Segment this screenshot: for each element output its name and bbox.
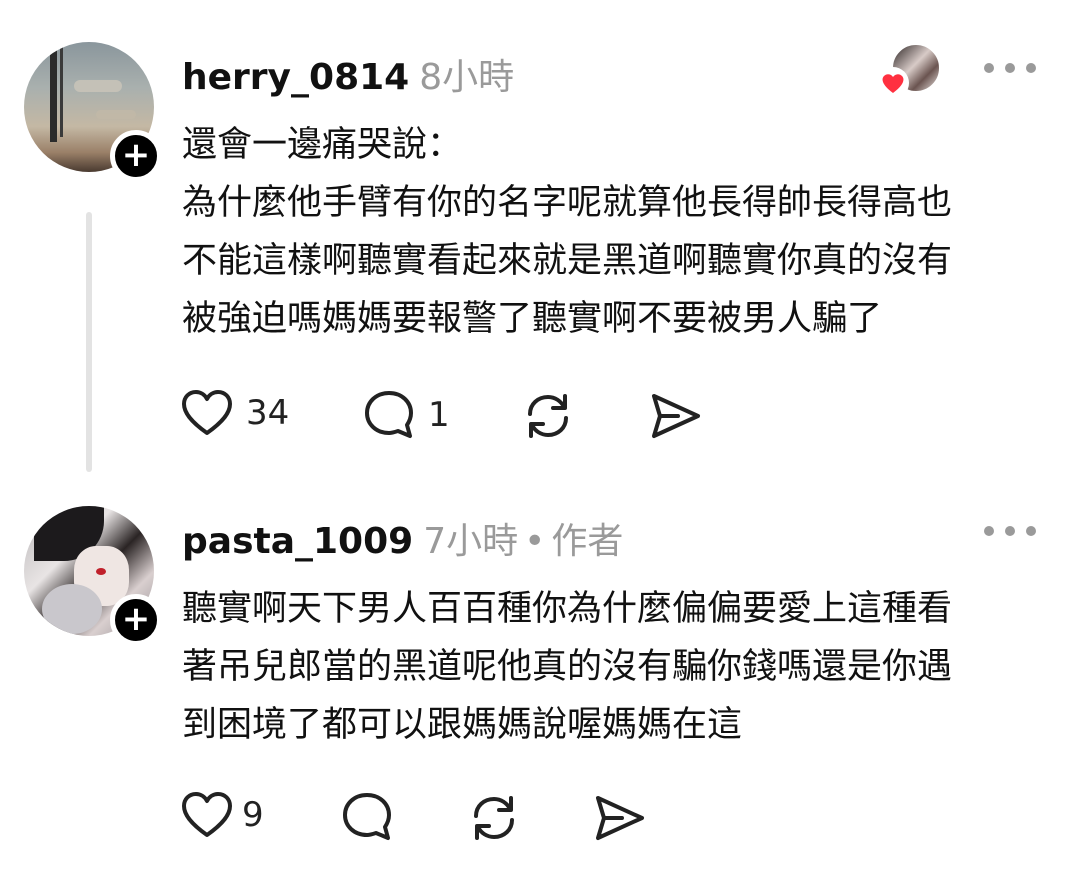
heart-badge-icon [877, 67, 909, 99]
timestamp: 8小時 [419, 57, 515, 98]
like-count: 9 [242, 795, 264, 835]
comment-line: 到困境了都可以跟媽媽說喔媽媽在這 [182, 705, 743, 745]
follow-plus-icon[interactable]: + [110, 594, 162, 646]
meta-separator: • [524, 521, 546, 562]
repost-icon [528, 394, 568, 438]
comment-header: herry_0814 8小時 [182, 48, 514, 100]
username[interactable]: herry_0814 [182, 57, 409, 98]
reply-button[interactable]: 1 [362, 388, 450, 442]
send-icon [652, 394, 700, 438]
repost-button[interactable] [520, 388, 576, 444]
like-count: 34 [246, 393, 290, 433]
username[interactable]: pasta_1009 [182, 521, 413, 562]
comment-header: pasta_1009 7小時 • 作者 [182, 512, 623, 564]
share-button[interactable] [592, 790, 648, 846]
author-badge: 作者 [551, 521, 624, 562]
more-icon[interactable] [984, 521, 1036, 541]
comment-icon [343, 793, 391, 840]
heart-icon [182, 792, 232, 837]
reply-button[interactable] [340, 790, 394, 844]
thread-connector-line [86, 212, 92, 472]
heart-icon [182, 390, 232, 435]
follow-plus-icon[interactable]: + [110, 130, 162, 182]
comment-line: 被強迫嗎媽媽要報警了聽實啊不要被男人騙了 [182, 299, 883, 339]
comment-line: 著吊兒郎當的黑道呢他真的沒有騙你錢嗎還是你遇 [182, 647, 953, 687]
comment-text: 還會一邊痛哭說： 為什麼他手臂有你的名字呢就算他長得帥長得高也 不能這樣啊聽實看… [182, 116, 1042, 348]
repost-button[interactable] [466, 790, 522, 846]
send-icon [596, 796, 644, 840]
comment-line: 聽實啊天下男人百百種你為什麼偏偏要愛上這種看 [182, 589, 953, 629]
comment-line: 不能這樣啊聽實看起來就是黑道啊聽實你真的沒有 [182, 241, 953, 281]
like-button[interactable]: 9 [180, 790, 264, 840]
more-icon[interactable] [984, 58, 1036, 78]
like-button[interactable]: 34 [180, 388, 289, 438]
thread-view: + herry_0814 8小時 還會一邊痛哭說： 為什麼他手臂有你的名字呢就算他… [0, 0, 1080, 874]
share-button[interactable] [648, 388, 704, 444]
timestamp: 7小時 [423, 521, 519, 562]
repost-icon [474, 796, 514, 840]
comment-icon [365, 391, 413, 438]
comment-text: 聽實啊天下男人百百種你為什麼偏偏要愛上這種看 著吊兒郎當的黑道呢他真的沒有騙你錢… [182, 580, 1042, 754]
reply-count: 1 [428, 395, 450, 435]
comment-line: 還會一邊痛哭說： [182, 125, 463, 165]
comment-line: 為什麼他手臂有你的名字呢就算他長得帥長得高也 [182, 183, 953, 223]
